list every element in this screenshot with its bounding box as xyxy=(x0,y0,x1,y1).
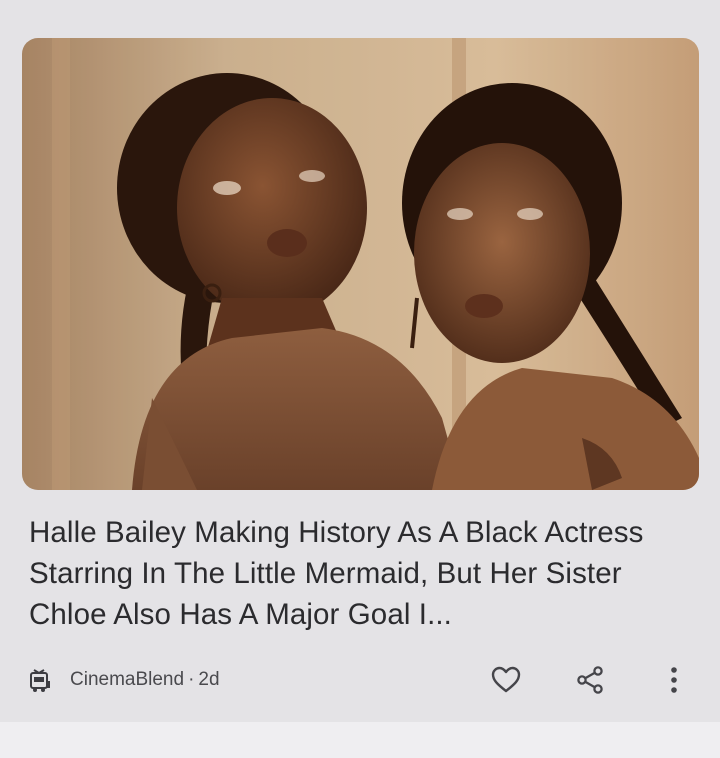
source-name[interactable]: CinemaBlend xyxy=(70,669,184,690)
share-icon xyxy=(577,666,603,694)
share-button[interactable] xyxy=(570,660,610,700)
more-options-button[interactable] xyxy=(654,660,694,700)
like-button[interactable] xyxy=(486,660,526,700)
article-meta-row: CinemaBlend · 2d xyxy=(22,658,699,702)
article-photo xyxy=(22,38,699,490)
cinemablend-logo-icon xyxy=(27,667,53,693)
heart-outline-icon xyxy=(491,666,521,693)
news-card[interactable]: Halle Bailey Making History As A Black A… xyxy=(0,0,720,722)
article-image[interactable] xyxy=(22,38,699,490)
article-source-line: CinemaBlend · 2d xyxy=(70,668,220,692)
next-card-edge xyxy=(0,722,720,758)
meta-separator: · xyxy=(188,669,195,690)
more-vert-icon xyxy=(671,667,677,693)
article-headline[interactable]: Halle Bailey Making History As A Black A… xyxy=(29,512,699,635)
article-age: 2d xyxy=(198,669,220,690)
